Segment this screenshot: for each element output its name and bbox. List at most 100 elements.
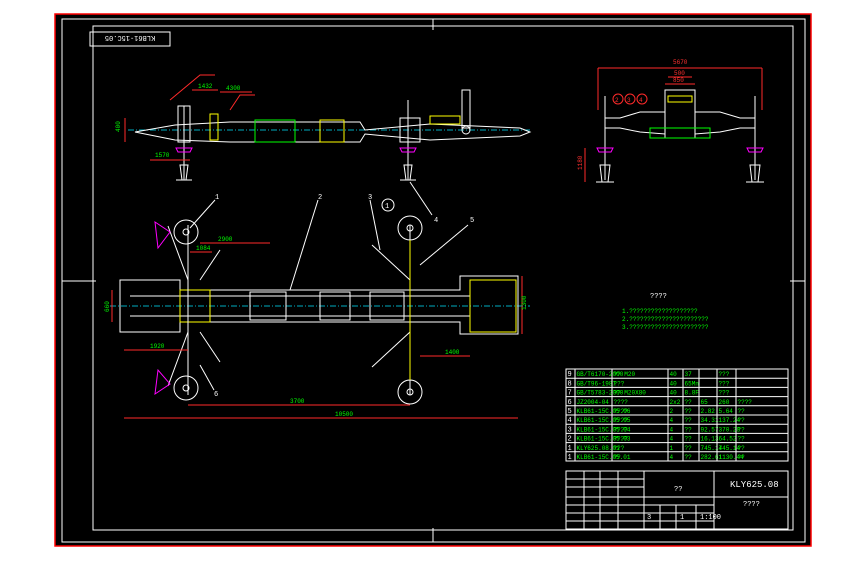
svg-text:1180: 1180 (577, 155, 584, 170)
svg-text:2.??????????????????????: 2.?????????????????????? (622, 316, 709, 323)
bom-cell: ??? (614, 380, 625, 387)
svg-text:1300: 1300 (521, 295, 528, 310)
bom-cell: ?? (685, 399, 693, 406)
bom-cell: ?? (738, 417, 746, 424)
svg-text:KLY625.08: KLY625.08 (730, 480, 779, 490)
svg-text:2: 2 (615, 97, 619, 104)
svg-text:500: 500 (674, 70, 685, 77)
bom-cell: 1 (568, 445, 572, 453)
svg-text:1:100: 1:100 (700, 514, 721, 522)
svg-text:??: ?? (674, 486, 682, 494)
bom-cell: 37 (685, 371, 693, 378)
bom-cell: ?? M20 (614, 371, 636, 378)
bom-cell: 260 (719, 399, 730, 406)
bom-cell: ???? (614, 436, 629, 443)
bom-cell: 5 (568, 408, 572, 416)
bom-cell: ??? (614, 445, 625, 452)
bom-cell: ???? (614, 408, 629, 415)
bom-cell: 4 (670, 436, 674, 443)
bom-cell: 92.57 (701, 426, 719, 433)
bom-cell: 9 (568, 371, 572, 379)
bom-cell: 40 (670, 371, 678, 378)
bom-cell: 2x2 (670, 399, 681, 406)
bom-cell: 8.8F (685, 390, 700, 397)
svg-text:1.???????????????????: 1.??????????????????? (622, 308, 698, 315)
svg-text:850: 850 (673, 77, 684, 84)
bom-cell: KLB61-15C.05.01 (577, 454, 631, 461)
svg-text:1: 1 (680, 514, 684, 522)
bom-cell: ???? (738, 399, 753, 406)
bom-cell: ?? (614, 454, 622, 461)
svg-text:3: 3 (627, 97, 631, 104)
svg-text:1084: 1084 (196, 245, 211, 252)
bom-cell: 5.64 (719, 408, 734, 415)
bom-cell: 2 (670, 408, 674, 415)
bom-cell: ???? (614, 417, 629, 424)
bom-cell: ???? (614, 426, 629, 433)
bom-cell: 4 (670, 426, 674, 433)
bom-cell: ??? (719, 380, 730, 387)
svg-text:1432: 1432 (198, 83, 213, 90)
bom-cell: 2 (568, 436, 572, 444)
bom-cell: 7 (568, 390, 572, 398)
bom-cell: ?? (738, 454, 746, 461)
svg-text:400: 400 (115, 121, 122, 132)
svg-text:5670: 5670 (673, 59, 688, 66)
bom-cell: 40 (670, 390, 678, 397)
bom-cell: ?? (738, 408, 746, 415)
bom-cell: ?? (685, 417, 693, 424)
bom-cell: ???? (614, 399, 629, 406)
bom-cell: 40 (670, 380, 678, 387)
bom-cell: 2.82 (701, 408, 716, 415)
bom-cell: 1 (670, 445, 674, 452)
svg-text:10500: 10500 (335, 411, 353, 418)
svg-text:1: 1 (385, 203, 389, 211)
drawing-sheet: KLB61-15C.05 1570 400 1432 4300 5670 500 (0, 0, 867, 562)
bom-cell: JZ2004-04 (577, 399, 610, 406)
bom-cell: ??? (719, 390, 730, 397)
bom-cell: 4 (568, 417, 572, 425)
svg-text:3: 3 (368, 194, 372, 202)
bom-cell: ?? (685, 454, 693, 461)
svg-text:3700: 3700 (290, 398, 305, 405)
svg-text:5: 5 (470, 217, 474, 225)
svg-text:1400: 1400 (445, 349, 460, 356)
bom-cell: 65 (701, 399, 709, 406)
cad-drawing-viewport[interactable]: KLB61-15C.05 1570 400 1432 4300 5670 500 (0, 0, 867, 562)
bom-cell: 16.13 (701, 436, 719, 443)
svg-text:????: ???? (650, 293, 667, 301)
svg-text:4: 4 (434, 217, 438, 225)
bom-cell: ?? M20X80 (614, 390, 647, 397)
bom-cell: 4 (670, 417, 674, 424)
bom-cell: ?? (738, 445, 746, 452)
svg-text:1: 1 (215, 194, 219, 202)
bom-cell: ?? (685, 436, 693, 443)
bom-cell: 6 (568, 399, 572, 407)
bom-cell: ??? (719, 371, 730, 378)
bom-cell: 4 (670, 454, 674, 461)
svg-text:3: 3 (647, 514, 651, 522)
bom-cell: ?? (685, 426, 693, 433)
bom-cell: 1 (568, 454, 572, 462)
svg-text:6: 6 (214, 391, 218, 399)
bom-cell: GB/T96-1987 (577, 380, 617, 387)
svg-text:2: 2 (318, 194, 322, 202)
bom-cell: 34.31 (701, 417, 719, 424)
svg-text:3.??????????????????????: 3.?????????????????????? (622, 324, 709, 331)
bom-cell: ?? (738, 426, 746, 433)
bom-cell: 8 (568, 380, 572, 388)
svg-text:1920: 1920 (150, 343, 165, 350)
svg-text:4: 4 (639, 97, 643, 104)
bom-cell: 65Mn (685, 380, 700, 387)
bom-cell: ?? (738, 436, 746, 443)
svg-text:????: ???? (743, 501, 760, 509)
svg-text:2900: 2900 (218, 236, 233, 243)
svg-text:660: 660 (104, 301, 111, 312)
svg-text:KLB61-15C.05: KLB61-15C.05 (105, 33, 155, 41)
bom-cell: ?? (685, 408, 693, 415)
bom-cell: ?? (685, 445, 693, 452)
svg-text:1570: 1570 (155, 152, 170, 159)
bom-cell: 3 (568, 426, 572, 434)
bom-cell: 64.52 (719, 436, 737, 443)
svg-text:4300: 4300 (226, 85, 241, 92)
